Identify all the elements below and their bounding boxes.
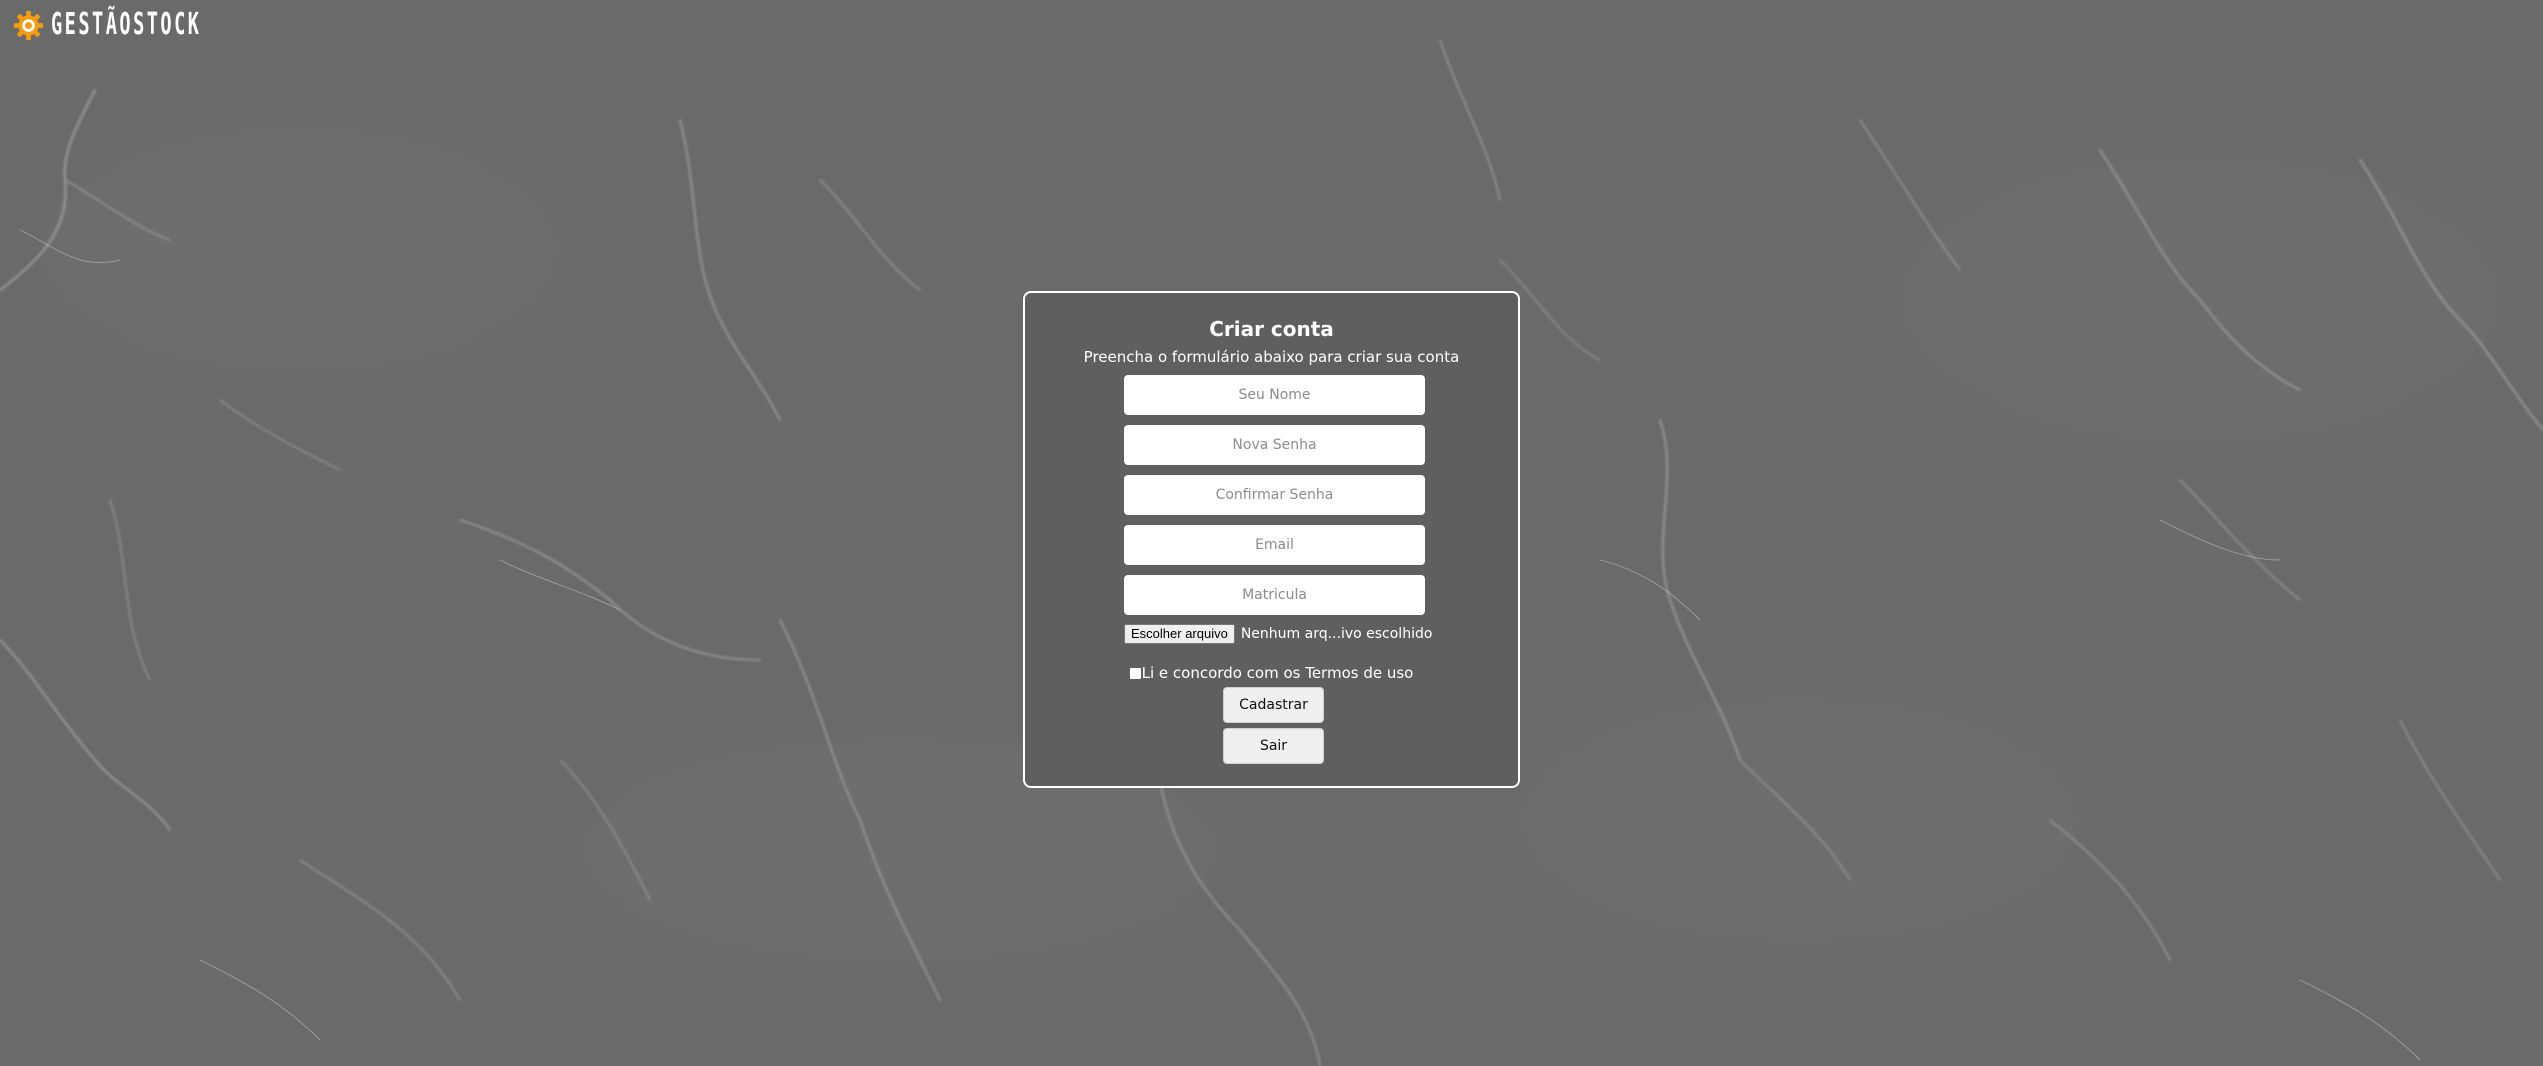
signup-card: Criar conta Preencha o formulário abaixo… xyxy=(1023,291,1520,788)
terms-row: Li e concordo com os Termos de uso xyxy=(1025,662,1518,684)
file-upload: Escolher arquivo Nenhum arq...ivo escolh… xyxy=(1124,623,1432,645)
email-input[interactable] xyxy=(1124,525,1425,565)
form-subtitle: Preencha o formulário abaixo para criar … xyxy=(1083,348,1460,366)
new-password-input[interactable] xyxy=(1124,425,1425,465)
gear-icon xyxy=(13,10,44,40)
register-button[interactable]: Cadastrar xyxy=(1223,687,1324,723)
brand-logo: GESTÃOSTOCK xyxy=(13,9,294,41)
choose-file-button[interactable]: Escolher arquivo xyxy=(1124,624,1235,644)
registration-input[interactable] xyxy=(1124,575,1425,615)
file-status-text: Nenhum arq...ivo escolhido xyxy=(1240,626,1433,642)
form-title: Criar conta xyxy=(1209,317,1334,341)
brand-name: GESTÃOSTOCK xyxy=(51,7,202,42)
confirm-password-input[interactable] xyxy=(1124,475,1425,515)
name-input[interactable] xyxy=(1124,375,1425,415)
terms-label: Li e concordo com os Termos de uso xyxy=(1141,664,1414,682)
exit-button[interactable]: Sair xyxy=(1223,728,1324,764)
terms-checkbox[interactable] xyxy=(1129,667,1141,679)
